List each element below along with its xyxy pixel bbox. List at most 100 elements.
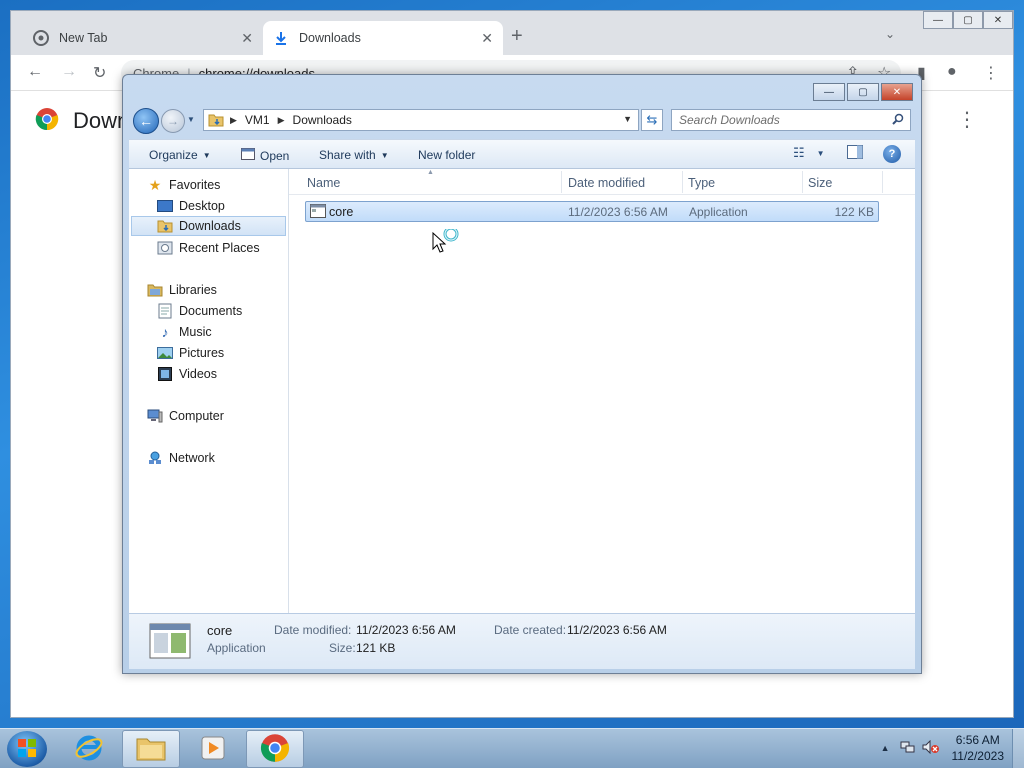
- downloads-folder-icon: [157, 218, 173, 234]
- taskbar-internet-explorer[interactable]: [60, 730, 118, 768]
- show-desktop-button[interactable]: [1012, 729, 1024, 768]
- system-clock[interactable]: 6:56 AM 11/2/2023: [952, 732, 1005, 764]
- open-button[interactable]: Open: [241, 148, 289, 163]
- close-icon[interactable]: ✕: [241, 30, 253, 47]
- help-button[interactable]: ?: [883, 145, 901, 163]
- nav-documents[interactable]: Documents: [157, 301, 242, 321]
- nav-music[interactable]: ♪ Music: [157, 322, 212, 342]
- navigation-pane: ★ Favorites Desktop Downloads Recent Pla…: [129, 169, 289, 613]
- column-divider[interactable]: [802, 171, 803, 193]
- forward-arrow-icon[interactable]: →: [61, 63, 77, 81]
- share-with-label: Share with: [319, 148, 376, 162]
- column-divider[interactable]: [561, 171, 562, 193]
- profile-avatar-icon[interactable]: ●: [947, 63, 957, 81]
- file-name: core: [329, 205, 354, 219]
- chevron-down-icon[interactable]: ▼: [623, 114, 632, 124]
- nav-computer[interactable]: Computer: [147, 406, 224, 426]
- nav-network[interactable]: Network: [147, 448, 215, 468]
- minimize-icon[interactable]: —: [813, 83, 845, 101]
- back-arrow-icon[interactable]: ←: [133, 108, 159, 134]
- back-arrow-icon[interactable]: ←: [27, 63, 43, 81]
- nav-videos[interactable]: Videos: [157, 364, 217, 384]
- maximize-icon[interactable]: ▢: [953, 11, 983, 29]
- chevron-down-icon[interactable]: ⌄: [885, 27, 895, 41]
- forward-arrow-icon[interactable]: →: [161, 109, 185, 133]
- file-list-pane: ▲ Name Date modified Type Size core 11/2…: [289, 169, 915, 613]
- media-player-icon: [199, 734, 227, 765]
- show-hidden-icons-icon[interactable]: ▲: [881, 743, 890, 753]
- windows-logo-icon: [17, 738, 37, 761]
- nav-pictures[interactable]: Pictures: [157, 343, 224, 363]
- file-date-modified: 11/2/2023 6:56 AM: [568, 205, 668, 219]
- explorer-window: — ▢ ✕ ← → ▼ ▶ VM1 ▶ Downloads ▼ ⇆ Search…: [122, 74, 922, 674]
- videos-icon: [157, 366, 173, 382]
- desktop-icon: [157, 198, 173, 214]
- busy-cursor-icon: [431, 226, 461, 260]
- nav-label: Network: [169, 451, 215, 465]
- taskbar-media-player[interactable]: [184, 730, 242, 768]
- column-type[interactable]: Type: [688, 176, 715, 190]
- column-headers: ▲ Name Date modified Type Size: [289, 169, 915, 195]
- chrome-window-controls: — ▢ ✕: [923, 11, 1013, 29]
- nav-downloads[interactable]: Downloads: [131, 216, 286, 236]
- tab-downloads[interactable]: Downloads ✕: [263, 21, 503, 55]
- taskbar-file-explorer[interactable]: [122, 730, 180, 768]
- close-icon[interactable]: ✕: [983, 11, 1013, 29]
- preview-pane-icon[interactable]: [847, 145, 863, 159]
- application-icon: [241, 148, 255, 163]
- file-row-core[interactable]: core 11/2/2023 6:56 AM Application 122 K…: [305, 201, 879, 222]
- minimize-icon[interactable]: —: [923, 11, 953, 29]
- organize-button[interactable]: Organize ▼: [149, 148, 211, 162]
- nav-libraries[interactable]: Libraries: [147, 280, 217, 300]
- nav-desktop[interactable]: Desktop: [157, 196, 225, 216]
- application-large-icon: [149, 623, 191, 662]
- chevron-down-icon: ▼: [816, 148, 825, 158]
- tab-label: Downloads: [299, 31, 361, 45]
- details-date-created: 11/2/2023 6:56 AM: [567, 623, 667, 637]
- column-name[interactable]: Name: [307, 176, 340, 190]
- column-divider[interactable]: [882, 171, 883, 193]
- network-status-icon[interactable]: [900, 740, 916, 757]
- history-dropdown-icon[interactable]: ▼: [187, 115, 195, 124]
- address-bar[interactable]: ▶ VM1 ▶ Downloads ▼: [203, 109, 639, 131]
- view-list-icon: ☷: [793, 145, 805, 160]
- taskbar-chrome[interactable]: [246, 730, 304, 768]
- recent-places-icon: [157, 240, 173, 256]
- more-vert-icon[interactable]: ⋮: [983, 63, 999, 83]
- breadcrumb-vm1[interactable]: VM1: [245, 113, 270, 127]
- search-input[interactable]: Search Downloads: [671, 109, 911, 131]
- reload-icon[interactable]: ↻: [93, 63, 106, 83]
- new-folder-button[interactable]: New folder: [418, 148, 475, 162]
- clock-date: 11/2/2023: [951, 749, 1005, 763]
- close-icon[interactable]: ✕: [881, 83, 913, 101]
- folder-icon: [135, 734, 167, 765]
- close-icon[interactable]: ✕: [481, 30, 493, 47]
- refresh-icon[interactable]: ⇆: [641, 109, 663, 131]
- maximize-icon[interactable]: ▢: [847, 83, 879, 101]
- more-vert-icon[interactable]: ⋮: [957, 107, 977, 132]
- libraries-icon: [147, 282, 163, 298]
- column-divider[interactable]: [682, 171, 683, 193]
- start-button[interactable]: [7, 731, 47, 767]
- new-tab-plus-icon[interactable]: +: [511, 25, 523, 48]
- nav-label: Computer: [169, 409, 224, 423]
- tab-new-tab[interactable]: New Tab ✕: [23, 21, 263, 55]
- nav-recent-places[interactable]: Recent Places: [157, 238, 260, 258]
- search-icon[interactable]: [892, 113, 904, 128]
- internet-explorer-icon: [74, 733, 104, 766]
- music-icon: ♪: [161, 324, 169, 340]
- nav-label: Music: [179, 325, 212, 339]
- breadcrumb-chevron-icon[interactable]: ▶: [230, 115, 237, 126]
- breadcrumb-downloads[interactable]: Downloads: [293, 113, 352, 127]
- column-date-modified[interactable]: Date modified: [568, 176, 645, 190]
- network-icon: [147, 450, 163, 466]
- volume-muted-icon[interactable]: [922, 739, 940, 757]
- share-with-button[interactable]: Share with ▼: [319, 148, 389, 162]
- chevron-down-icon: ▼: [380, 150, 389, 160]
- details-date-modified: 11/2/2023 6:56 AM: [356, 623, 456, 637]
- column-size[interactable]: Size: [808, 176, 832, 190]
- change-view-button[interactable]: ☷ ▼: [793, 145, 825, 161]
- breadcrumb-chevron-icon[interactable]: ▶: [278, 115, 285, 126]
- nav-favorites[interactable]: ★ Favorites: [147, 175, 221, 195]
- nav-label: Desktop: [179, 199, 225, 213]
